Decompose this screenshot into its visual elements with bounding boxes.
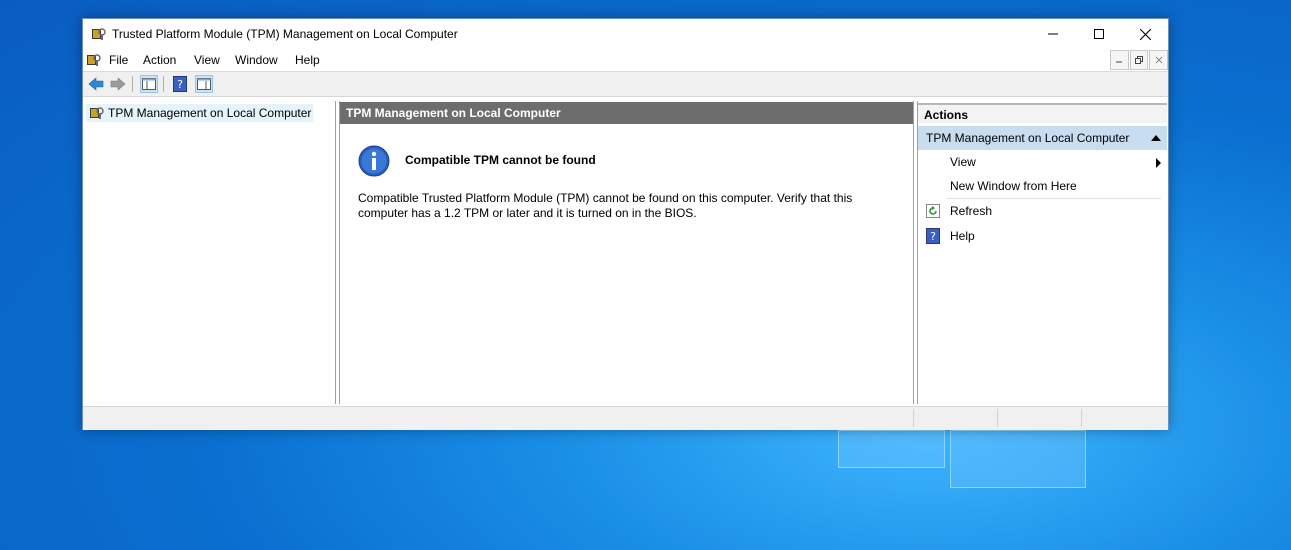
svg-text:?: ? (930, 230, 936, 243)
maximize-button[interactable] (1076, 19, 1122, 49)
forward-arrow-icon (110, 77, 126, 91)
tree-item-tpm-management[interactable]: TPM Management on Local Computer (86, 104, 314, 122)
action-label: New Window from Here (950, 179, 1077, 193)
status-bar (83, 406, 1168, 430)
action-refresh[interactable]: Refresh (918, 199, 1163, 223)
minimize-icon (1116, 61, 1123, 63)
restore-icon (1135, 56, 1143, 64)
toolbar-separator (132, 76, 133, 92)
message-title: Compatible TPM cannot be found (405, 153, 596, 167)
close-icon (1155, 56, 1163, 64)
toolbar-separator (163, 76, 164, 92)
result-pane: TPM Management on Local Computer Compati… (339, 101, 914, 404)
show-hide-console-tree-button[interactable] (140, 75, 158, 93)
action-label: View (950, 155, 976, 169)
tpm-chip-icon (92, 28, 106, 40)
minimize-button[interactable] (1030, 19, 1076, 49)
minimize-icon (1048, 33, 1058, 35)
tpm-chip-icon[interactable] (85, 52, 101, 68)
title-bar[interactable]: Trusted Platform Module (TPM) Management… (83, 19, 1168, 49)
maximize-icon (1094, 29, 1104, 39)
mmc-window: Trusted Platform Module (TPM) Management… (82, 18, 1169, 430)
action-label: Refresh (950, 204, 993, 218)
actions-group-label: TPM Management on Local Computer (926, 131, 1130, 145)
status-cell (1081, 409, 1166, 427)
action-new-window[interactable]: New Window from Here (918, 174, 1163, 198)
close-icon (1139, 28, 1151, 40)
window-title: Trusted Platform Module (TPM) Management… (112, 27, 458, 41)
help-button[interactable]: ? (171, 75, 189, 93)
back-arrow-icon (88, 77, 104, 91)
message-body: Compatible Trusted Platform Module (TPM)… (358, 191, 853, 220)
desktop-logo-pane (950, 430, 1086, 488)
actions-group-tpm-management[interactable]: TPM Management on Local Computer (918, 126, 1167, 150)
status-cell (997, 409, 1082, 427)
actions-header: Actions (918, 103, 1167, 123)
close-button[interactable] (1122, 19, 1168, 49)
submenu-arrow-icon (1156, 158, 1161, 168)
tpm-chip-icon (90, 107, 104, 119)
status-cell (913, 409, 998, 427)
desktop-logo-pane (838, 430, 945, 468)
back-button[interactable] (87, 75, 105, 93)
show-hide-action-pane-button[interactable] (195, 75, 213, 93)
collapse-caret-icon[interactable] (1151, 135, 1161, 141)
help-icon: ? (173, 76, 187, 92)
menu-action[interactable]: Action (143, 53, 176, 67)
child-restore-button[interactable] (1129, 50, 1149, 70)
svg-text:?: ? (177, 78, 183, 91)
menu-window[interactable]: Window (235, 53, 278, 67)
menu-file[interactable]: File (109, 53, 128, 67)
menu-bar: File Action View Window Help (83, 49, 1169, 72)
refresh-icon (926, 204, 940, 218)
help-icon: ? (926, 228, 940, 244)
tree-item-label: TPM Management on Local Computer (108, 106, 312, 120)
action-view[interactable]: View (918, 150, 1163, 174)
forward-button[interactable] (109, 75, 127, 93)
menu-help[interactable]: Help (295, 53, 320, 67)
result-pane-header: TPM Management on Local Computer (340, 102, 913, 124)
console-tree: TPM Management on Local Computer (83, 101, 336, 404)
show-hide-console-tree-icon (142, 78, 156, 90)
child-close-button[interactable] (1149, 50, 1169, 70)
info-icon (358, 145, 390, 177)
toolbar: ? (83, 72, 1168, 97)
show-hide-action-pane-icon (197, 78, 211, 90)
action-label: Help (950, 229, 975, 243)
child-minimize-button[interactable] (1110, 50, 1129, 70)
child-window-controls (1110, 50, 1169, 70)
actions-pane: Actions TPM Management on Local Computer… (917, 101, 1167, 404)
action-help[interactable]: ? Help (918, 224, 1163, 248)
menu-view[interactable]: View (194, 53, 220, 67)
